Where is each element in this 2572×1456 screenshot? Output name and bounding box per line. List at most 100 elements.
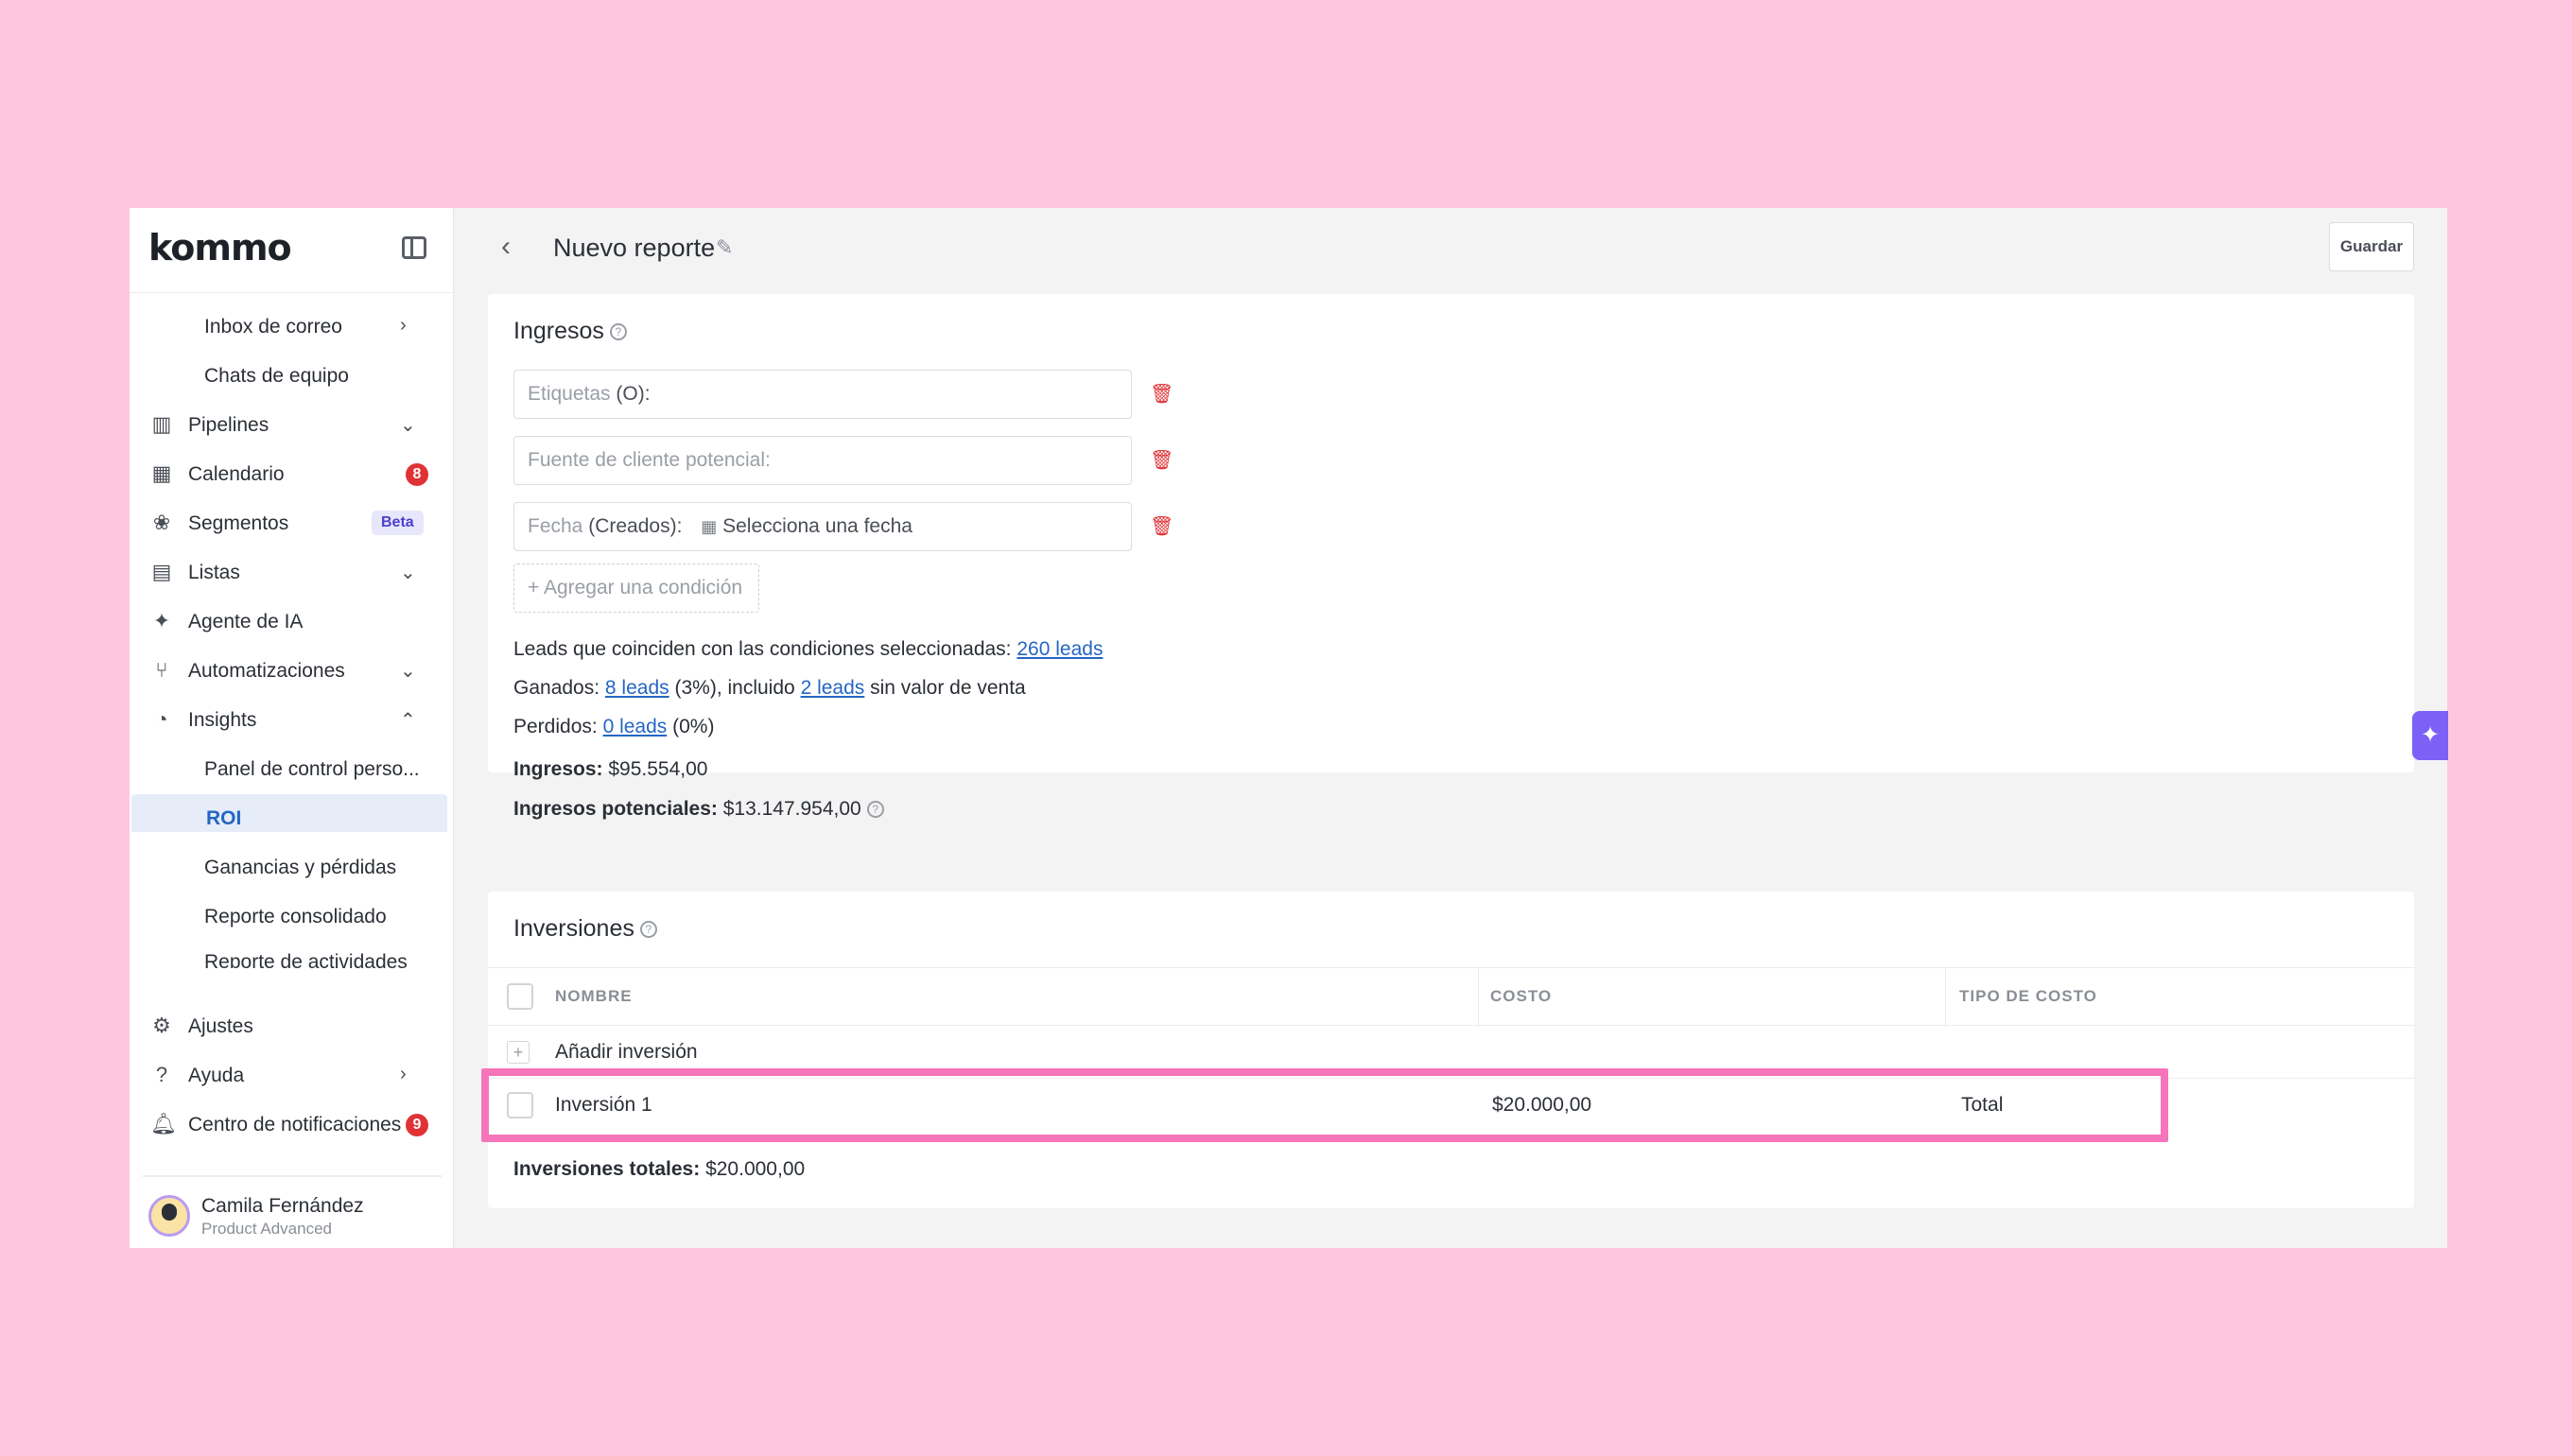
- add-condition-button[interactable]: + Agregar una condición: [513, 563, 759, 613]
- lost-leads-stat: Perdidos: 0 leads (0%): [513, 716, 714, 738]
- avatar: [148, 1195, 190, 1237]
- user-role: Product Advanced: [201, 1220, 332, 1238]
- sidebar-item-label: Segmentos: [188, 512, 289, 534]
- sidebar-item-consolidated[interactable]: Reporte consolidado: [130, 893, 454, 940]
- edit-title-icon[interactable]: ✎: [716, 235, 733, 260]
- highlighted-row-outline: [481, 1068, 2168, 1142]
- won-no-value-link[interactable]: 2 leads: [801, 677, 865, 699]
- matching-leads-label: Leads que coinciden con las condiciones …: [513, 638, 1012, 660]
- back-chevron-icon[interactable]: ‹: [501, 231, 511, 263]
- filter-label: Fuente de cliente potencial:: [528, 449, 771, 471]
- filter-lead-source-field[interactable]: Fuente de cliente potencial:: [513, 436, 1132, 485]
- filter-date-field[interactable]: Fecha (Creados): ▦ Selecciona una fecha: [513, 502, 1132, 551]
- column-header-cost[interactable]: COSTO: [1490, 987, 1552, 1006]
- filter-value: (O):: [616, 383, 651, 405]
- sidebar-item-activities[interactable]: Reporte de actividades: [130, 940, 454, 968]
- chevron-up-icon: ⌃: [400, 710, 416, 731]
- sidebar-item-segments[interactable]: ❀ Segmentos Beta: [130, 499, 454, 546]
- sidebar-item-notifications[interactable]: 🔔︎ Centro de notificaciones 9: [130, 1101, 454, 1148]
- sidebar-item-help[interactable]: ? Ayuda ›: [130, 1051, 454, 1099]
- sidebar-item-ai-agent[interactable]: ✦ Agente de IA: [130, 598, 454, 645]
- notifications-count-badge: 9: [406, 1114, 428, 1136]
- sidebar-item-profit-loss[interactable]: Ganancias y pérdidas: [130, 843, 454, 891]
- trash-icon[interactable]: 🗑︎: [1150, 514, 1173, 539]
- chevron-down-icon: ⌄: [400, 661, 416, 682]
- sidebar-item-label: Listas: [188, 562, 240, 583]
- sidebar-item-label: Reporte consolidado: [204, 906, 387, 927]
- won-tail-text: sin valor de venta: [870, 677, 1026, 699]
- sidebar-item-label: Calendario: [188, 463, 285, 485]
- sidebar-item-label: Chats de equipo: [204, 365, 349, 387]
- sidebar-item-automations[interactable]: ⑂ Automatizaciones ⌄: [130, 647, 454, 694]
- help-icon[interactable]: ?: [639, 921, 657, 939]
- help-icon: ?: [155, 1063, 168, 1086]
- sidebar-item-label: Insights: [188, 709, 257, 731]
- sidebar-item-calendar[interactable]: ▦ Calendario 8: [130, 450, 454, 497]
- segments-icon: ❀: [152, 511, 171, 534]
- kommo-logo: kommo: [148, 227, 292, 269]
- ai-assistant-sparkle-icon[interactable]: ✦: [2412, 711, 2448, 760]
- sidebar-item-pipelines[interactable]: ▥ Pipelines ⌄: [130, 401, 454, 448]
- filter-value: (Creados):: [588, 515, 683, 537]
- plus-icon: +: [507, 1041, 530, 1064]
- sidebar-item-label: Reporte de actividades: [204, 951, 408, 968]
- inversiones-title-text: Inversiones: [513, 915, 634, 942]
- page-title: Nuevo reporte: [553, 234, 716, 262]
- potential-revenue-label: Ingresos potenciales:: [513, 798, 718, 820]
- inversiones-title: Inversiones?: [513, 915, 657, 943]
- sidebar-item-label: Centro de notificaciones: [188, 1114, 402, 1135]
- won-leads-link[interactable]: 8 leads: [605, 677, 669, 699]
- date-picker-value[interactable]: Selecciona una fecha: [722, 515, 912, 537]
- calendar-count-badge: 8: [406, 463, 428, 486]
- total-investments-stat: Inversiones totales: $20.000,00: [513, 1158, 805, 1181]
- list-icon: ▤: [151, 560, 172, 583]
- column-divider: [1478, 968, 1479, 1027]
- beta-badge: Beta: [372, 511, 424, 535]
- select-all-checkbox[interactable]: [507, 983, 533, 1010]
- lost-tail-text: (0%): [672, 716, 715, 737]
- won-leads-stat: Ganados: 8 leads (3%), incluido 2 leads …: [513, 677, 1026, 700]
- sidebar-header: kommo: [130, 208, 454, 293]
- revenue-stat: Ingresos: $95.554,00: [513, 758, 707, 781]
- potential-revenue-value: $13.147.954,00: [722, 798, 861, 820]
- sidebar-item-lists[interactable]: ▤ Listas ⌄: [130, 548, 454, 596]
- calendar-icon: ▦: [701, 517, 718, 536]
- sidebar-item-dashboard[interactable]: Panel de control perso...: [130, 745, 454, 792]
- save-button[interactable]: Guardar: [2329, 222, 2414, 271]
- insights-icon: ◔: [155, 707, 168, 731]
- sidebar-item-settings[interactable]: ⚙ Ajustes: [130, 1002, 454, 1049]
- inversiones-card: Inversiones? NOMBRE COSTO TIPO DE COSTO …: [488, 892, 2414, 1208]
- filter-label: Fecha: [528, 515, 583, 537]
- matching-leads-link[interactable]: 260 leads: [1017, 638, 1103, 660]
- sidebar: kommo Inbox de correo › Chats de equipo …: [130, 208, 454, 1248]
- chevron-down-icon: ⌄: [400, 415, 416, 436]
- lost-label: Perdidos:: [513, 716, 598, 737]
- collapse-sidebar-icon[interactable]: [402, 236, 426, 259]
- column-header-cost-type[interactable]: TIPO DE COSTO: [1959, 987, 2097, 1006]
- user-profile[interactable]: Camila Fernández Product Advanced: [130, 1189, 454, 1248]
- sidebar-item-insights[interactable]: ◔ Insights ⌃: [130, 696, 454, 743]
- sidebar-item-team-chats[interactable]: Chats de equipo: [130, 352, 454, 399]
- sidebar-item-label: Pipelines: [188, 414, 269, 436]
- help-icon[interactable]: ?: [609, 323, 627, 341]
- sidebar-nav-continued: Ganancias y pérdidas Reporte consolidado…: [130, 832, 454, 983]
- sidebar-item-label: Ajustes: [188, 1015, 253, 1037]
- bell-icon: 🔔︎: [150, 1112, 177, 1135]
- trash-icon[interactable]: 🗑︎: [1150, 448, 1173, 473]
- sidebar-item-label: Automatizaciones: [188, 660, 345, 682]
- sidebar-item-label: ROI: [206, 807, 242, 829]
- ingresos-title: Ingresos?: [513, 318, 627, 345]
- user-name: Camila Fernández: [201, 1195, 364, 1217]
- pipelines-icon: ▥: [151, 412, 172, 436]
- chevron-down-icon: ⌄: [400, 563, 416, 583]
- sidebar-item-inbox[interactable]: Inbox de correo ›: [130, 303, 454, 350]
- filter-tags-field[interactable]: Etiquetas (O):: [513, 370, 1132, 419]
- chevron-right-icon: ›: [400, 315, 407, 336]
- help-icon[interactable]: ?: [866, 801, 884, 819]
- sidebar-item-roi[interactable]: ROI: [131, 794, 447, 832]
- automation-icon: ⑂: [155, 658, 168, 682]
- lost-leads-link[interactable]: 0 leads: [603, 716, 668, 737]
- sidebar-item-label: Panel de control perso...: [204, 758, 420, 780]
- column-header-name[interactable]: NOMBRE: [555, 987, 633, 1006]
- trash-icon[interactable]: 🗑︎: [1150, 382, 1173, 407]
